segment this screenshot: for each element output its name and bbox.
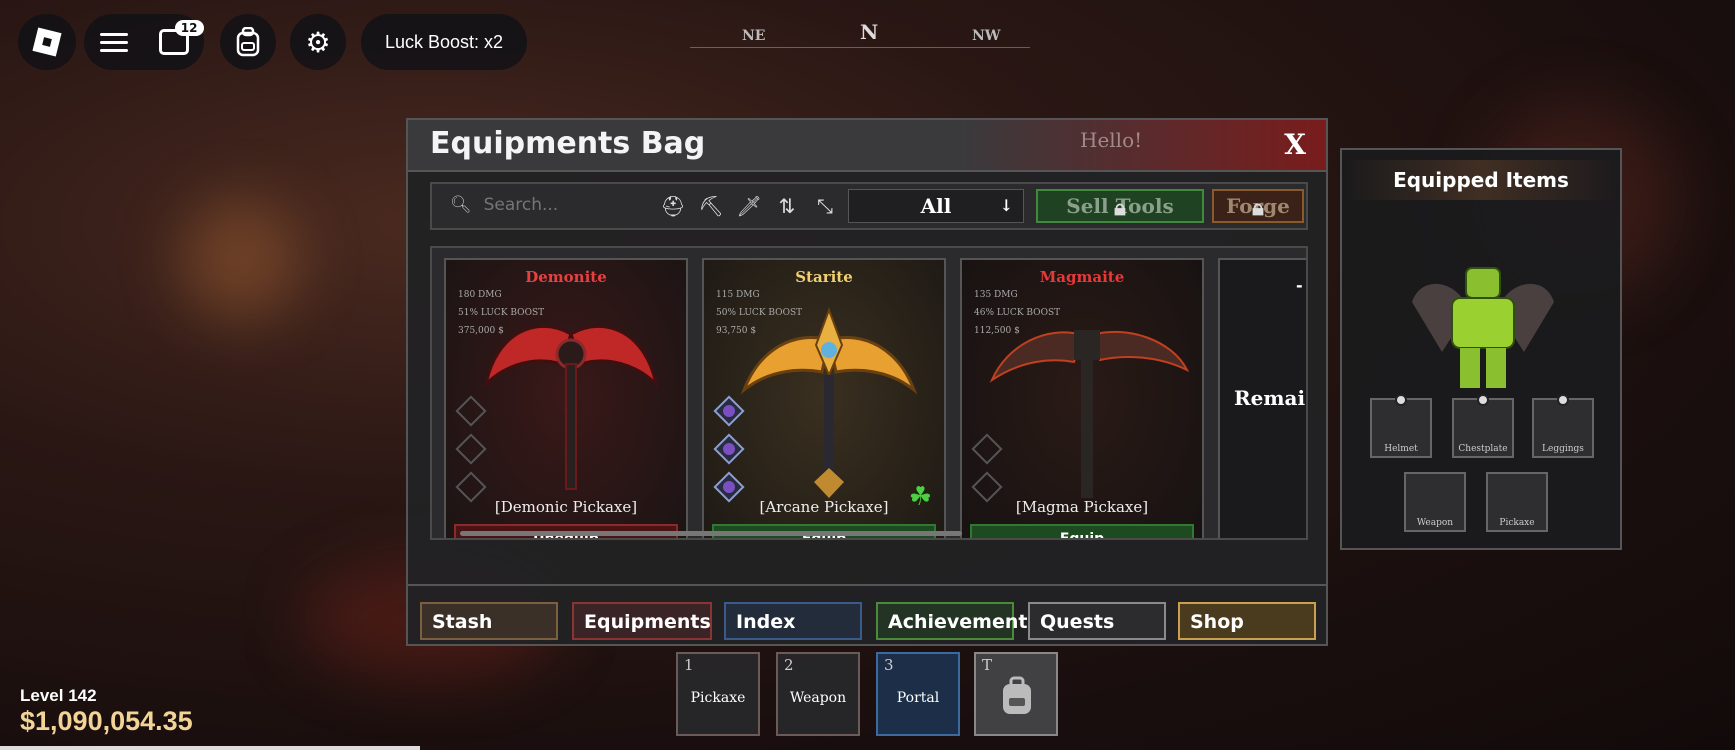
roblox-logo-icon [32, 27, 62, 57]
item-card[interactable]: Demonite 180 DMG 51% LUCK BOOST 375,000 … [444, 258, 688, 538]
hotbar-key: T [982, 656, 993, 674]
hotbar-slot-pickaxe[interactable]: 1 Pickaxe [676, 652, 760, 736]
tab-stash[interactable]: Stash [420, 602, 558, 640]
sword-filter-icon[interactable]: 🗡︎ [736, 194, 762, 220]
hotbar-key: 2 [784, 656, 794, 674]
player-level: Level 142 [20, 686, 97, 705]
rarity-label: Magmaite [1039, 268, 1125, 286]
slot-label: Pickaxe [1499, 518, 1535, 528]
backpack-button[interactable] [220, 14, 276, 70]
hamburger-menu-icon[interactable] [99, 28, 128, 57]
item-card[interactable]: Magmaite 135 DMG 46% LUCK BOOST 112,500 … [960, 258, 1204, 538]
demonic-pickaxe-image [483, 324, 659, 490]
item-name: [Demonic Pickaxe] [494, 498, 638, 516]
helmet-filter-icon[interactable]: ⛑ [660, 194, 686, 220]
indicator-dot [1395, 394, 1407, 406]
arcane-pickaxe-image [740, 307, 918, 498]
filter-dropdown[interactable]: All ↓ [848, 189, 1024, 223]
magma-pickaxe-image [989, 330, 1190, 498]
search-icon: 🔍︎ [450, 195, 472, 215]
tab-equipments[interactable]: Equipments [572, 602, 712, 640]
tab-shop[interactable]: Shop [1178, 602, 1316, 640]
bottom-tabs: Stash Equipments Index Achievements Ques… [408, 584, 1326, 646]
menu-chat-group: 12 [84, 14, 204, 70]
hotbar-label: Pickaxe [690, 690, 746, 706]
damage-stat: 135 DMG [974, 290, 1018, 300]
title-bar: Equipments Bag Hello! X [408, 120, 1326, 172]
filter-value: All [920, 194, 952, 218]
chat-icon[interactable]: 12 [158, 20, 204, 55]
roblox-menu-button[interactable] [18, 14, 76, 70]
hotbar-slot-portal[interactable]: 3 Portal [876, 652, 960, 736]
panel-title: Equipments Bag [430, 126, 706, 161]
rarity-label: Demonite [525, 268, 607, 286]
chestplate-slot[interactable]: Chestplate [1452, 394, 1514, 458]
hotbar-label: Portal [896, 690, 940, 706]
backpack-icon [236, 27, 260, 57]
equipped-items-title: Equipped Items [1342, 160, 1620, 200]
hotbar-label: Weapon [789, 690, 847, 706]
background-glow [180, 200, 300, 320]
indicator-dot [1477, 394, 1489, 406]
compass-ne: NE [742, 28, 766, 44]
compass: NE N NW [690, 20, 1030, 52]
luck-boost-text: Luck Boost: x2 [384, 31, 504, 52]
lock-icon: 🔒︎ [1252, 195, 1264, 221]
slot-label: Leggings [1542, 444, 1584, 454]
xp-bar [0, 746, 420, 750]
settings-button[interactable]: ⚙ [290, 14, 346, 70]
item-name: [Arcane Pickaxe] [759, 498, 889, 516]
leggings-slot[interactable]: Leggings [1532, 394, 1594, 458]
character-preview-image [1412, 267, 1554, 388]
lock-icon: 🔒︎ [1114, 195, 1126, 221]
item-card[interactable]: - Remai [1218, 258, 1306, 538]
rarity-label: Starite [795, 268, 853, 286]
search-box[interactable]: 🔍︎ [450, 194, 646, 216]
collapse-icon[interactable]: ⤡ [812, 194, 838, 220]
tab-index[interactable]: Index [724, 602, 862, 640]
slot-label: Chestplate [1458, 444, 1508, 454]
item-name: [Magma Pickaxe] [1015, 498, 1149, 516]
card-dash: - [1296, 276, 1303, 295]
equip-button[interactable]: Equip [970, 524, 1194, 538]
equipments-bag-panel: Equipments Bag Hello! X 🔍︎ ⛑ ⛏ 🗡︎ ⇅ ⤡ Al… [406, 118, 1328, 646]
sort-icon[interactable]: ⇅ [774, 194, 800, 220]
tab-achievements[interactable]: Achievements [876, 602, 1039, 640]
hotbar-key: 3 [884, 656, 894, 674]
forge-button[interactable]: Forge 🔒︎ [1212, 189, 1304, 223]
slot-label: Helmet [1384, 444, 1418, 454]
hotbar-slot-backpack[interactable]: T [974, 652, 1058, 736]
helmet-slot[interactable]: Helmet [1370, 394, 1432, 458]
tab-quests[interactable]: Quests [1028, 602, 1166, 640]
chat-badge: 12 [174, 20, 204, 36]
item-card[interactable]: Starite 115 DMG 50% LUCK BOOST 93,750 $ … [702, 258, 946, 538]
remaining-label: Remai [1234, 386, 1306, 410]
slot-label: Weapon [1416, 518, 1454, 528]
pickaxe-filter-icon[interactable]: ⛏ [698, 194, 724, 220]
horizontal-scrollbar[interactable] [460, 531, 962, 536]
equipped-items-panel: Equipped Items Helmet Chestplate Legging… [1340, 148, 1622, 550]
chevron-down-icon: ↓ [999, 196, 1013, 215]
compass-n: N [860, 20, 879, 44]
hotbar-key: 1 [684, 656, 694, 674]
hello-text: Hello! [1080, 128, 1143, 152]
item-cards-container: Demonite 180 DMG 51% LUCK BOOST 375,000 … [430, 246, 1308, 540]
search-input[interactable] [481, 194, 646, 216]
indicator-dot [1557, 394, 1569, 406]
luck-boost-label: Luck Boost: x2 [361, 14, 527, 70]
sell-tools-button[interactable]: Sell Tools 🔒︎ [1036, 189, 1204, 223]
toolbar: 🔍︎ ⛑ ⛏ 🗡︎ ⇅ ⤡ All ↓ Sell Tools 🔒︎ Forge … [430, 182, 1308, 230]
compass-nw: NW [972, 28, 1001, 44]
close-button[interactable]: X [1284, 128, 1306, 161]
pickaxe-slot[interactable]: Pickaxe [1486, 472, 1548, 532]
hotbar-slot-weapon[interactable]: 2 Weapon [776, 652, 860, 736]
gear-icon: ⚙ [305, 25, 331, 59]
weapon-slot[interactable]: Weapon [1404, 472, 1466, 532]
backpack-icon [1003, 676, 1031, 714]
player-money: $1,090,054.35 [20, 706, 193, 736]
